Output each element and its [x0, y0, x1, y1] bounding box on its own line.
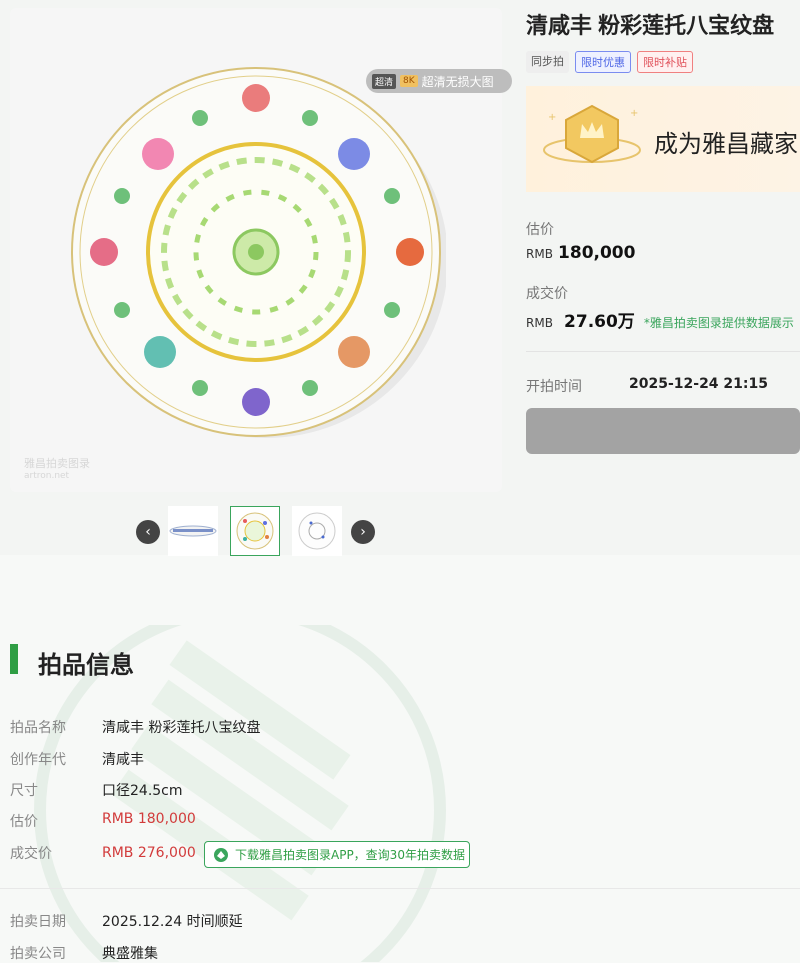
info-key: 创作年代	[10, 752, 66, 768]
info-value: 清咸丰 粉彩莲托八宝纹盘	[102, 720, 261, 736]
tag-limited-discount: 限时优惠	[575, 51, 631, 73]
info-divider	[0, 888, 800, 889]
deal-price-group: RMB 27.60万 *雅昌拍卖图录提供数据展示	[526, 307, 794, 332]
section-title: 拍品信息	[38, 651, 134, 679]
thumbnail-bottom-view[interactable]	[292, 506, 342, 556]
next-arrow-icon[interactable]: ›	[351, 520, 375, 544]
deal-value: 27.60万	[564, 312, 635, 332]
membership-banner[interactable]: + + 成为雅昌藏家	[526, 86, 800, 192]
svg-text:+: +	[548, 112, 556, 123]
info-key: 估价	[10, 814, 38, 830]
deal-currency: RMB	[526, 316, 553, 330]
download-app-button[interactable]: 下载雅昌拍卖图录APP，查询30年拍卖数据	[204, 841, 470, 868]
info-value: 典盛雅集	[102, 946, 158, 962]
section-accent-bar	[10, 644, 18, 674]
thumbnail-top-view[interactable]	[230, 506, 280, 556]
membership-banner-text: 成为雅昌藏家	[654, 130, 798, 158]
start-time-value: 2025-12-24 21:15	[629, 376, 768, 392]
start-time-label: 开拍时间	[526, 379, 582, 395]
porcelain-dish-image	[71, 67, 446, 438]
info-key: 尺寸	[10, 783, 38, 799]
info-key: 拍卖日期	[10, 914, 66, 930]
info-key: 拍品名称	[10, 720, 66, 736]
download-app-text: 下载雅昌拍卖图录APP，查询30年拍卖数据	[235, 848, 465, 862]
data-source-note: *雅昌拍卖图录提供数据展示	[643, 316, 794, 330]
summary-divider	[526, 351, 800, 352]
tag-limited-subsidy: 限时补贴	[637, 51, 693, 73]
prev-arrow-icon[interactable]: ‹	[136, 520, 160, 544]
info-value: 清咸丰	[102, 752, 144, 768]
product-top-section: 超清 8K 超清无损大图 雅昌拍卖图录 artron.net ‹ › 清咸丰 粉…	[0, 0, 800, 558]
info-value: RMB 276,000	[102, 845, 196, 861]
lot-tags: 同步拍 限时优惠 限时补贴	[526, 51, 693, 73]
app-logo-icon	[214, 847, 228, 862]
info-value: 2025.12.24 时间顺延	[102, 914, 243, 930]
svg-text:+: +	[630, 108, 638, 119]
thumbnail-side-view[interactable]	[168, 506, 218, 556]
estimate-value-group: RMB 180,000	[526, 243, 635, 263]
crown-badge-icon: + +	[543, 104, 641, 164]
thumbnail-strip: ‹ ›	[136, 506, 376, 558]
info-value: RMB 180,000	[102, 811, 196, 827]
deal-price-label: 成交价	[526, 286, 568, 302]
estimate-value: 180,000	[558, 243, 636, 263]
info-value: 口径24.5cm	[102, 783, 183, 799]
info-key: 拍卖公司	[10, 946, 66, 962]
action-button[interactable]	[526, 408, 800, 454]
info-key: 成交价	[10, 846, 52, 862]
estimate-label: 估价	[526, 222, 554, 238]
image-watermark: 雅昌拍卖图录 artron.net	[24, 457, 90, 481]
estimate-currency: RMB	[526, 247, 553, 261]
lot-title: 清咸丰 粉彩莲托八宝纹盘	[526, 13, 775, 38]
tag-sync-auction: 同步拍	[526, 51, 569, 73]
